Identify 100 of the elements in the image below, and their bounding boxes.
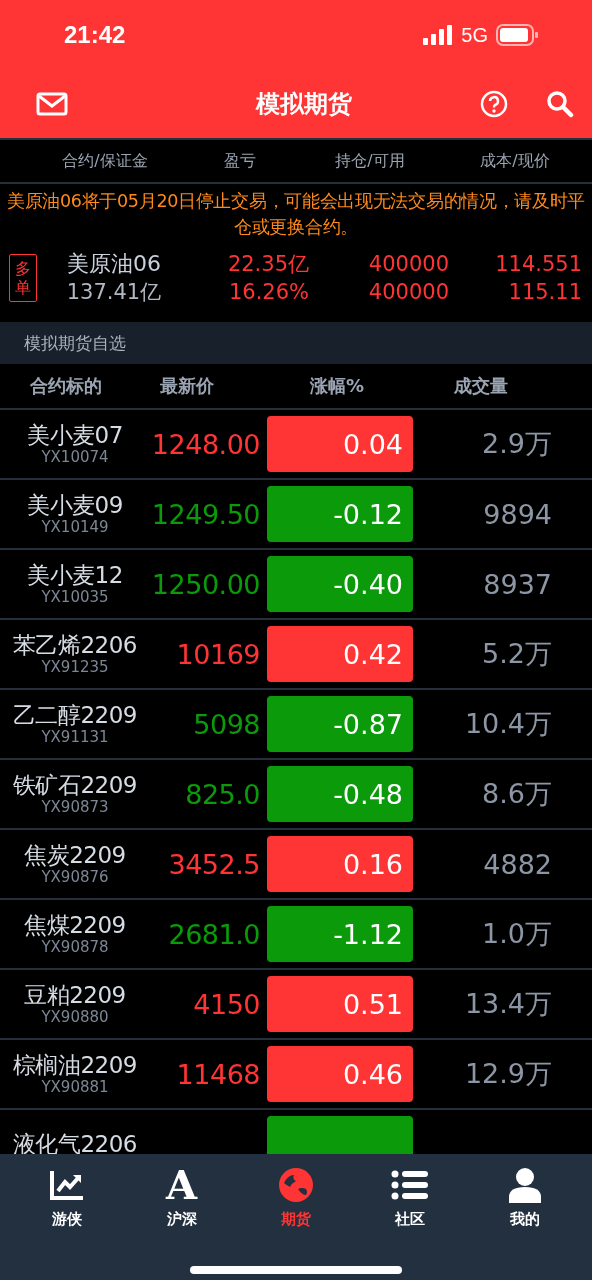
contract-name: 美小麦12 [27,562,123,588]
globe-icon [278,1167,314,1203]
network-label: 5G [461,23,488,47]
volume-value: 9894 [482,498,553,530]
contract-name: 棕榈油2209 [12,1052,137,1078]
watchlist-row[interactable]: 焦煤2209 YX90878 2681.0 -1.12 1.0万 [0,900,592,970]
contract-code: YX90881 [41,1078,109,1096]
contract-name: 苯乙烯2206 [12,632,137,658]
contract-code: YX90876 [41,868,109,886]
position-value: 400000 [368,251,449,278]
tab-item[interactable]: 游侠 [10,1154,125,1244]
tab-item[interactable]: 社区 [353,1154,468,1244]
change-badge: 0.04 [267,416,413,472]
help-icon [480,90,508,118]
contract-name: 美小麦07 [27,422,123,448]
search-icon [546,90,574,118]
latest-price: 2681.0 [167,918,260,950]
long-order-tag: 多单 [9,253,37,303]
volume-value: 5.2万 [481,637,553,671]
volume-value: 12.9万 [463,1057,553,1091]
margin-value: 137.41亿 [66,279,162,306]
list-icon [391,1169,430,1201]
watchlist-row[interactable]: 苯乙烯2206 YX91235 10169 0.42 5.2万 [0,620,592,690]
contract-code: YX10074 [41,448,109,466]
battery-icon [496,24,538,46]
contract-name: 乙二醇2209 [12,702,137,728]
latest-price: 1248.00 [150,428,260,460]
column-header: 合约/保证金 [61,150,149,172]
contract-name: 铁矿石2209 [12,772,137,798]
change-badge: -0.40 [267,556,413,612]
signal-icon [423,25,454,45]
contract-code: YX90873 [41,798,109,816]
column-header: 涨幅% [308,374,365,398]
current-price: 115.11 [508,279,582,306]
contract-code: YX10035 [41,588,109,606]
change-badge: -0.48 [267,766,413,822]
search-button[interactable] [546,90,574,118]
chart-icon [49,1169,86,1201]
watchlist-row[interactable]: 美小麦12 YX10035 1250.00 -0.40 8937 [0,550,592,620]
watchlist-row[interactable]: 乙二醇2209 YX91131 5098 -0.87 10.4万 [0,690,592,760]
cost-value: 114.551 [495,251,582,278]
contract-name: 美小麦09 [27,492,123,518]
contract-code: YX10149 [41,518,109,536]
latest-price: 3452.5 [167,848,260,880]
profit-value: 22.35亿 [227,251,309,278]
mail-button[interactable] [36,92,68,116]
tab-item[interactable]: 我的 [467,1154,583,1244]
contract-name: 液化气2206 [12,1131,137,1154]
contract-code: YX90880 [41,1008,109,1026]
change-badge: -0.87 [267,696,413,752]
latest-price: 10169 [175,638,260,670]
change-badge: 0.16 [267,836,413,892]
column-header: 合约标的 [29,374,103,398]
latest-price: 1250.00 [150,568,260,600]
volume-value: 8.6万 [481,777,553,811]
watchlist-row[interactable]: 豆粕2209 YX90880 4150 0.51 13.4万 [0,970,592,1040]
latest-price: 1249.50 [150,498,260,530]
contract-code: YX91235 [41,658,109,676]
contract-name: 美原油06 [67,250,161,278]
watchlist-row[interactable]: 美小麦09 YX10149 1249.50 -0.12 9894 [0,480,592,550]
watchlist-row[interactable]: 棕榈油2209 YX90881 11468 0.46 12.9万 [0,1040,592,1110]
volume-value: 13.4万 [463,987,553,1021]
change-badge: -0.12 [267,486,413,542]
change-badge: 0.46 [267,1046,413,1102]
available-value: 400000 [368,279,449,306]
contract-name: 焦炭2209 [24,842,126,868]
tab-item[interactable]: 期货 [238,1154,354,1244]
help-button[interactable] [480,90,508,118]
letter-icon: A [166,1166,198,1204]
column-header: 最新价 [159,374,215,398]
latest-price: 4150 [192,988,260,1020]
contract-name: 焦煤2209 [24,912,126,938]
page-title: 模拟期货 [254,89,353,120]
volume-value: 10.4万 [463,707,553,741]
watchlist-row[interactable]: 铁矿石2209 YX90873 825.0 -0.48 8.6万 [0,760,592,830]
volume-value: 2.9万 [481,427,553,461]
profit-percent: 16.26% [228,279,309,306]
column-header: 成本/现价 [479,150,551,172]
latest-price: 825.0 [184,778,260,810]
volume-value: 8937 [482,568,553,600]
column-header: 盈亏 [223,150,257,172]
column-header: 成交量 [453,374,509,398]
change-badge: 0.51 [267,976,413,1032]
section-title: 模拟期货自选 [24,331,126,355]
watchlist-row[interactable]: 焦炭2209 YX90876 3452.5 0.16 4882 [0,830,592,900]
volume-value: 4882 [482,848,553,880]
contract-code: YX90878 [41,938,109,956]
column-header: 持仓/可用 [334,150,406,172]
contract-name: 豆粕2209 [24,982,126,1008]
latest-price: 11468 [175,1058,260,1090]
watchlist-row[interactable]: 美小麦07 YX10074 1248.00 0.04 2.9万 [0,410,592,480]
latest-price: 5098 [192,708,260,740]
clock-time: 21:42 [64,21,126,49]
tab-item[interactable]: A 沪深 [124,1154,239,1244]
volume-value: 1.0万 [481,917,553,951]
warning-text: 美原油06将于05月20日停止交易，可能会出现无法交易的情况，请及时平仓或更换合约。 [5,190,587,239]
change-badge: 0.42 [267,626,413,682]
mail-icon [36,92,68,116]
change-badge: -1.12 [267,906,413,962]
person-icon [507,1167,542,1203]
